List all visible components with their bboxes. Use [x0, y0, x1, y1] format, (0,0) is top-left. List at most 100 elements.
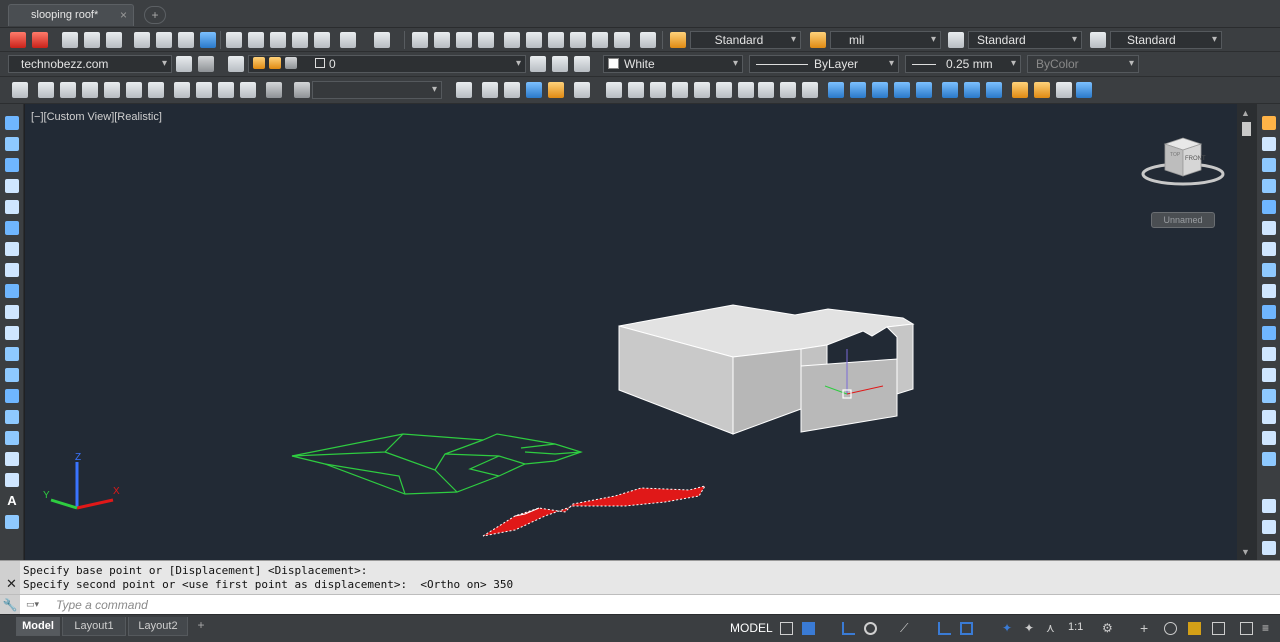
mleader-style-icon[interactable] — [1090, 32, 1106, 48]
move-icon[interactable] — [1262, 221, 1276, 235]
layer-previous-icon[interactable] — [552, 56, 568, 72]
fillet-icon[interactable] — [1262, 410, 1276, 424]
text-style-select[interactable]: Standard ▾ — [690, 31, 801, 49]
tool-palettes-icon[interactable] — [548, 32, 564, 48]
undo-icon[interactable] — [340, 32, 356, 48]
table-icon[interactable] — [5, 473, 19, 487]
add-selected-icon[interactable] — [5, 515, 19, 529]
line-icon[interactable] — [5, 116, 19, 130]
new-tab-button[interactable]: + — [144, 6, 166, 24]
left-view-icon[interactable] — [82, 82, 98, 98]
tab-layout1[interactable]: Layout1 — [62, 617, 126, 636]
extrude-icon[interactable] — [828, 82, 844, 98]
box-icon[interactable] — [628, 82, 644, 98]
add-layout-button[interactable]: + — [192, 618, 210, 634]
conceptual-icon[interactable] — [548, 82, 564, 98]
qnew-icon[interactable] — [62, 32, 78, 48]
text-style-icon[interactable] — [670, 32, 686, 48]
match-properties-icon[interactable] — [314, 32, 330, 48]
nw-iso-icon[interactable] — [240, 82, 256, 98]
sweep-icon[interactable] — [872, 82, 888, 98]
arc-icon[interactable] — [5, 221, 19, 235]
plot-preview-icon[interactable] — [156, 32, 172, 48]
rotate-gizmo-icon[interactable] — [1034, 82, 1050, 98]
viewcube[interactable] — [1141, 137, 1225, 186]
bottom-view-icon[interactable] — [60, 82, 76, 98]
command-line[interactable]: 🔧 ▭▾ Type a command — [0, 594, 1280, 615]
annotation-visibility-icon[interactable]: ✦ — [1002, 622, 1015, 635]
auto-scale-icon[interactable]: ✦ — [1024, 622, 1037, 635]
dim-style-select[interactable]: mil ▾ — [830, 31, 941, 49]
redo-icon[interactable] — [374, 32, 390, 48]
new-file-icon[interactable] — [10, 32, 26, 48]
break-icon[interactable] — [1262, 347, 1276, 361]
workspace-settings-icon[interactable] — [198, 56, 214, 72]
camera-icon[interactable] — [266, 82, 282, 98]
chamfer-icon[interactable] — [1262, 389, 1276, 403]
web-icon[interactable] — [200, 32, 216, 48]
wireframe-3d-icon[interactable] — [504, 82, 520, 98]
tab-model[interactable]: Model — [16, 617, 60, 636]
construction-line-icon[interactable] — [5, 137, 19, 151]
copy-icon[interactable] — [248, 32, 264, 48]
close-tab-icon[interactable]: × — [120, 8, 127, 22]
grid-icon[interactable] — [780, 622, 793, 635]
helix-icon[interactable] — [780, 82, 796, 98]
subtract-icon[interactable] — [964, 82, 980, 98]
annotation-scale-icon[interactable]: ⋏ — [1046, 622, 1059, 635]
gear-icon[interactable] — [176, 56, 192, 72]
se-iso-icon[interactable] — [196, 82, 212, 98]
array-3d-icon[interactable] — [1076, 82, 1092, 98]
paste-special-icon[interactable] — [292, 32, 308, 48]
intersect-icon[interactable] — [986, 82, 1002, 98]
close-icon[interactable]: ✕ — [6, 576, 17, 592]
linetype-select[interactable]: ByLayer ▾ — [749, 55, 899, 73]
gear-icon[interactable]: ⚙ — [1102, 622, 1115, 635]
layer-properties-icon[interactable] — [228, 56, 244, 72]
document-tab[interactable]: slooping roof* × — [8, 4, 134, 26]
scrollbar-thumb[interactable] — [1242, 122, 1251, 136]
wedge-icon[interactable] — [650, 82, 666, 98]
erase-icon[interactable] — [1262, 116, 1276, 130]
sw-iso-icon[interactable] — [174, 82, 190, 98]
layout-icon[interactable] — [1262, 499, 1276, 513]
rotate-icon[interactable] — [1262, 242, 1276, 256]
mirror-icon[interactable] — [1262, 158, 1276, 172]
publish-icon[interactable] — [178, 32, 194, 48]
workspace-select[interactable]: technobezz.com ▾ — [8, 55, 172, 73]
vertical-scrollbar[interactable]: ▲ ▼ — [1237, 104, 1256, 560]
array-icon[interactable] — [1262, 200, 1276, 214]
extend-icon[interactable] — [1262, 326, 1276, 340]
hatch-icon[interactable] — [5, 410, 19, 424]
open-icon[interactable] — [84, 32, 100, 48]
mtext-icon[interactable]: A — [5, 494, 19, 508]
snap-icon[interactable] — [802, 622, 815, 635]
table-style-icon[interactable] — [948, 32, 964, 48]
gradient-icon[interactable] — [5, 431, 19, 445]
join-icon[interactable] — [1262, 368, 1276, 382]
red-roof-selection[interactable] — [482, 485, 707, 537]
isolate-objects-icon[interactable] — [1164, 622, 1177, 635]
dim-style-icon[interactable] — [810, 32, 826, 48]
hamburger-menu-icon[interactable]: ≡ — [1262, 622, 1275, 635]
clean-screen-icon[interactable] — [1212, 622, 1225, 635]
pan-icon[interactable] — [412, 32, 428, 48]
save-icon[interactable] — [106, 32, 122, 48]
hardware-acceleration-icon[interactable] — [1188, 622, 1201, 635]
cut-icon[interactable] — [226, 32, 242, 48]
zoom-window-icon[interactable] — [456, 32, 472, 48]
layer-state-icon[interactable] — [574, 56, 590, 72]
drawing-viewport[interactable]: [−][Custom View][Realistic] Z X Y FRONT … — [25, 104, 1237, 560]
plot-icon[interactable] — [1262, 520, 1276, 534]
properties-icon[interactable] — [504, 32, 520, 48]
align-3d-icon[interactable] — [1056, 82, 1072, 98]
visual-styles-icon[interactable] — [456, 82, 472, 98]
template-icon[interactable] — [32, 32, 48, 48]
ne-iso-icon[interactable] — [218, 82, 234, 98]
lineweight-select[interactable]: 0.25 mm ▾ — [905, 55, 1021, 73]
trim-icon[interactable] — [1262, 305, 1276, 319]
back-view-icon[interactable] — [148, 82, 164, 98]
region-icon[interactable] — [5, 452, 19, 466]
ellipse-arc-icon[interactable] — [5, 326, 19, 340]
rectangle-icon[interactable] — [5, 200, 19, 214]
